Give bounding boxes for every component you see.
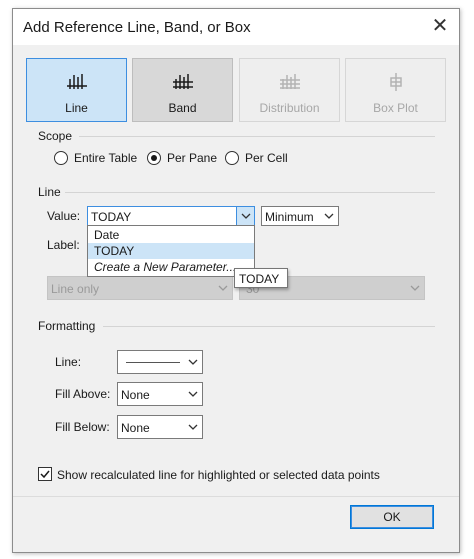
checkmark-icon [40,470,50,479]
type-distribution-button[interactable]: Distribution [239,58,340,122]
recalc-checkbox-label: Show recalculated line for highlighted o… [57,468,380,482]
chevron-down-icon[interactable] [184,351,202,373]
scope-section-title: Scope [38,129,73,143]
radio-dot [151,155,157,161]
type-band-button[interactable]: Band [132,58,233,122]
band-chart-icon [173,74,193,89]
line-chart-icon [67,74,87,89]
chevron-down-icon[interactable] [320,207,338,225]
close-icon[interactable]: ✕ [429,15,451,37]
radio-circle [225,151,239,165]
recalc-checkbox[interactable] [38,467,52,481]
reference-line-dialog: Add Reference Line, Band, or Box ✕ Line [12,8,460,553]
line-divider [65,192,435,193]
aggregation-select[interactable]: Minimum [261,206,339,226]
formatting-divider [103,326,435,327]
scope-per-pane-label: Per Pane [167,151,218,165]
scope-per-cell-radio[interactable]: Per Cell [225,150,305,166]
ok-button[interactable]: OK [350,505,434,529]
chevron-down-icon[interactable] [184,416,202,438]
scope-entire-table-radio[interactable]: Entire Table [54,150,154,166]
title-bar: Add Reference Line, Band, or Box ✕ [13,9,459,45]
label-type-select-text: Line only [51,282,100,296]
chevron-down-icon[interactable] [214,277,232,299]
line-sample [126,362,180,363]
formatting-section-title: Formatting [38,319,96,333]
fill-below-select[interactable]: None [117,415,203,439]
fill-above-select[interactable]: None [117,382,203,406]
line-style-label: Line: [55,355,82,369]
tooltip: TODAY [234,268,288,288]
type-box-plot-button[interactable]: Box Plot [345,58,446,122]
reference-type-selector: Line Band Distribution Box Plot [26,58,446,122]
chevron-down-icon[interactable] [184,383,202,405]
dropdown-item-create-parameter[interactable]: Create a New Parameter... [88,259,254,275]
scope-divider [79,136,435,137]
scope-per-pane-radio[interactable]: Per Pane [147,150,227,166]
distribution-chart-icon [280,74,300,89]
chevron-down-icon[interactable] [406,277,424,299]
value-select[interactable]: TODAY [87,206,255,226]
type-box-plot-label: Box Plot [373,101,418,115]
scope-entire-table-label: Entire Table [74,151,138,165]
fill-below-select-text: None [121,421,150,435]
value-dropdown-list: Date TODAY Create a New Parameter... [87,225,255,277]
dialog-title: Add Reference Line, Band, or Box [23,19,251,36]
label-type-select[interactable]: Line only [47,276,233,300]
aggregation-select-text: Minimum [265,210,314,224]
label-label: Label: [47,238,80,252]
value-label: Value: [47,209,81,223]
scope-per-cell-label: Per Cell [245,151,288,165]
value-select-text: TODAY [91,210,132,224]
dropdown-item-today[interactable]: TODAY [88,243,254,259]
type-line-label: Line [65,101,88,115]
type-distribution-label: Distribution [259,101,320,115]
line-section-title: Line [38,185,61,199]
chevron-down-icon[interactable] [236,207,254,225]
radio-circle [54,151,68,165]
dropdown-item-date[interactable]: Date [88,227,254,243]
fill-above-label: Fill Above: [55,387,111,401]
fill-below-label: Fill Below: [55,420,110,434]
type-band-label: Band [168,101,197,115]
fill-above-select-text: None [121,388,150,402]
radio-circle [147,151,161,165]
line-style-select[interactable] [117,350,203,374]
footer-divider [13,496,459,497]
box-plot-icon [390,73,402,91]
type-line-button[interactable]: Line [26,58,127,122]
